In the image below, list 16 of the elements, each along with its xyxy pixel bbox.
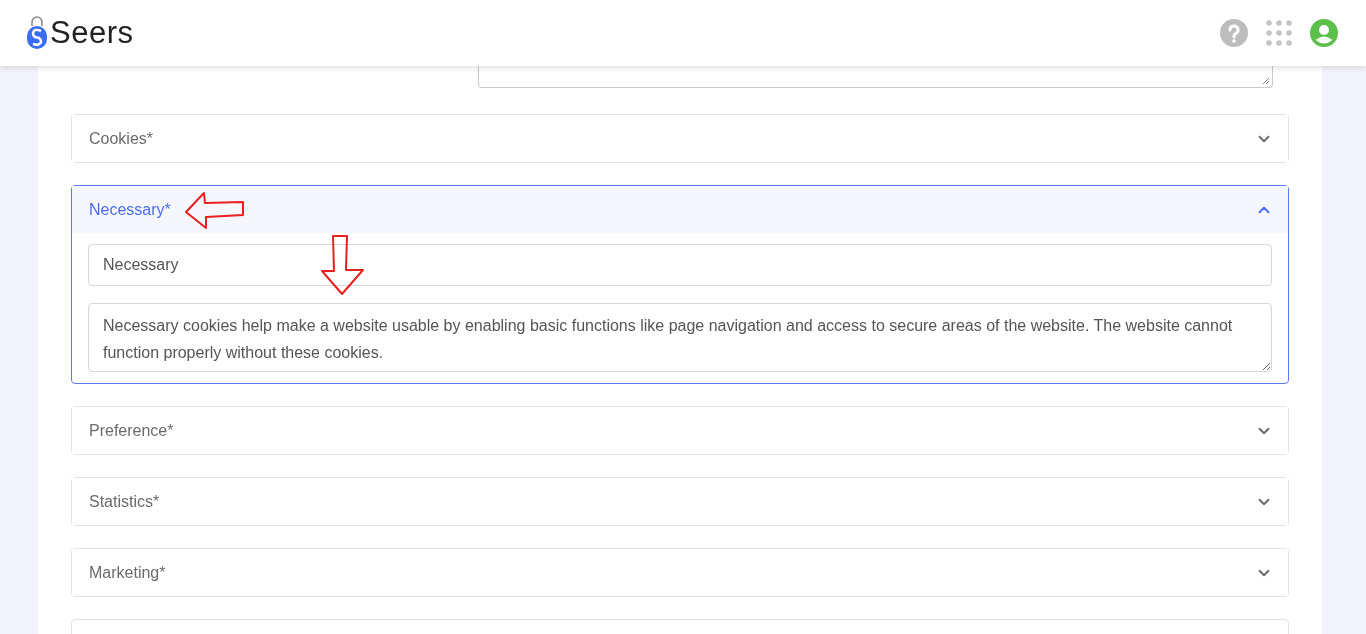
logo-icon <box>26 16 48 50</box>
name-field[interactable]: Necessary <box>88 244 1272 286</box>
resize-grip-icon <box>1262 77 1270 85</box>
arrow-annotation-drawing <box>184 190 246 232</box>
text-area[interactable] <box>478 66 1273 88</box>
accordion-header[interactable]: Cookies* <box>72 115 1288 162</box>
accordion-header[interactable]: Marketing* <box>72 549 1288 596</box>
description-field[interactable]: Necessary cookies help make a website usable by enabling basic functions like page navigation and access to secure areas of the website. The website cannot function properly without these cookies. <box>88 303 1272 372</box>
arrow-annotation-drawing <box>320 234 366 296</box>
help-icon[interactable] <box>1220 19 1248 47</box>
logo-text: Seers <box>50 13 134 52</box>
accordion-header[interactable]: Necessary* <box>72 186 1288 233</box>
accordion-header[interactable]: Statistics* <box>72 478 1288 525</box>
user-avatar-icon[interactable] <box>1310 19 1338 47</box>
apps-grid-icon[interactable] <box>1266 20 1292 46</box>
accordion-header[interactable]: Preference* <box>72 407 1288 454</box>
